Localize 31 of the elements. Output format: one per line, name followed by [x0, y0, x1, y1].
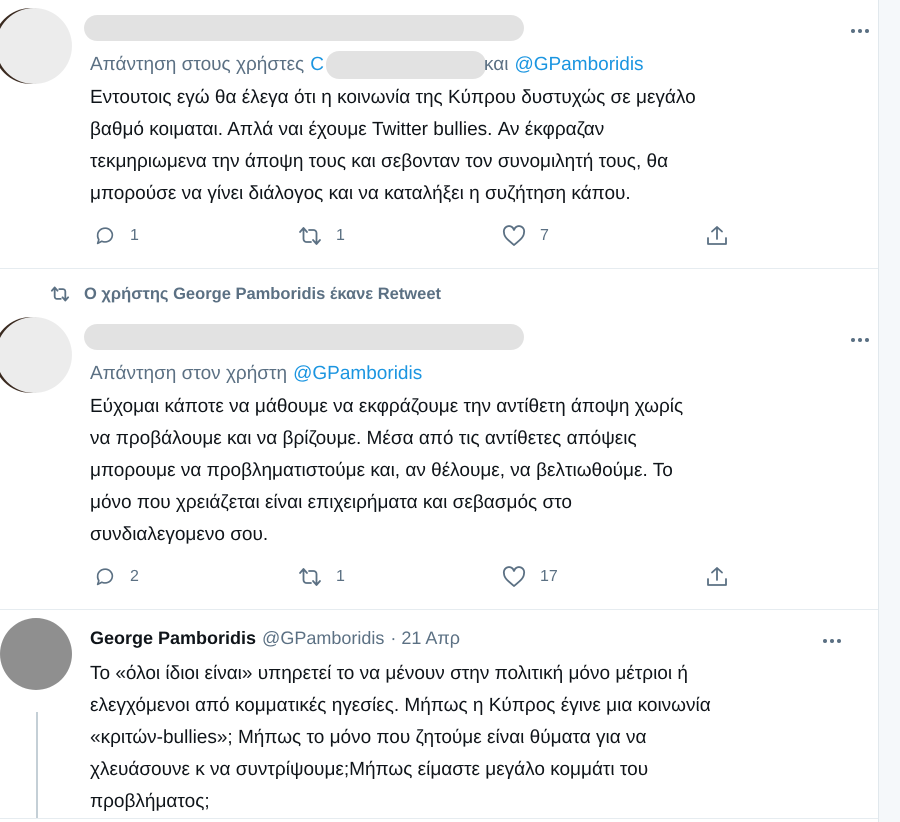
author-handle[interactable]: @GPamboridis: [262, 628, 384, 648]
reply-to-label: Απάντηση στους χρήστες: [90, 54, 304, 76]
like-count: 17: [540, 568, 558, 586]
tweet-text: Εντουτοις εγώ θα έλεγα ότι η κοινωνία της Κύπρου δυστυχώς σε μεγάλο βαθμό κοιμαται. Απλά ναι έχουμε Twitter bullies. Αν έκφραζαν τεκμηριωμενα την άποψη τους και σεβονταν τον συνομιλητή τους, θα μπορούσε να γίνει διάλογος και να καταλήξει η συζήτηση κάπου.: [90, 86, 697, 206]
more-icon[interactable]: [822, 638, 842, 644]
mention-link[interactable]: C: [310, 54, 324, 76]
retweet-icon[interactable]: [298, 566, 322, 588]
reply-to-label: και: [484, 54, 508, 76]
mention-link[interactable]: @GPamboridis: [293, 363, 422, 385]
tweet-text: Το «όλοι ίδιοι είναι» υπηρετεί το να μένουν στην πολιτική μόνο μέτριοι ή ελεγχόμενοι από κομματικές ηγεσίες. Μήπως η Κύπρος έγινε μια κοινωνία «κριτών-bullies»; Μήπως το μόνο που ζητούμε είναι θύματα για να χλευάσουνε κ να συντρίψουμε;Μήπως είμαστε μεγάλο κομμάτι του προβλήματος;: [90, 662, 712, 814]
retweet-icon[interactable]: [298, 225, 322, 247]
reply-to-label: Απάντηση στον χρήστη: [90, 363, 288, 385]
heart-icon[interactable]: [502, 225, 526, 247]
author-name[interactable]: George Pamboridis: [90, 628, 256, 648]
reply-icon[interactable]: [94, 225, 116, 247]
share-icon[interactable]: [706, 566, 728, 588]
more-icon[interactable]: [850, 28, 870, 34]
share-icon[interactable]: [706, 225, 728, 247]
reply-icon[interactable]: [94, 566, 116, 588]
retweet-count: 1: [336, 568, 345, 586]
reply-count: 1: [130, 227, 139, 245]
more-icon[interactable]: [850, 336, 870, 342]
retweet-count: 1: [336, 227, 345, 245]
retweet-icon: [50, 285, 70, 303]
tweet-date: · 21 Απρ: [390, 628, 460, 648]
tweet-text: Εύχομαι κάποτε να μάθουμε να εκφράζουμε την αντίθετη άποψη χωρίς να προβάλουμε και να βρίζουμε. Μέσα από τις αντίθετες απόψεις μπορουμε να προβληματιστούμε και, αν θέλουμε, να βελτιωθούμε. Το μόνο που χρειάζεται είναι επιχειρήματα και σεβασμός στο συνδιαλεγομενο σου.: [90, 395, 684, 547]
reply-count: 2: [130, 568, 139, 586]
like-count: 7: [540, 227, 549, 245]
heart-icon[interactable]: [502, 566, 526, 588]
retweet-notice: Ο χρήστης George Pamboridis έκανε Retweet: [84, 284, 441, 304]
mention-link[interactable]: @GPamboridis: [514, 54, 644, 76]
